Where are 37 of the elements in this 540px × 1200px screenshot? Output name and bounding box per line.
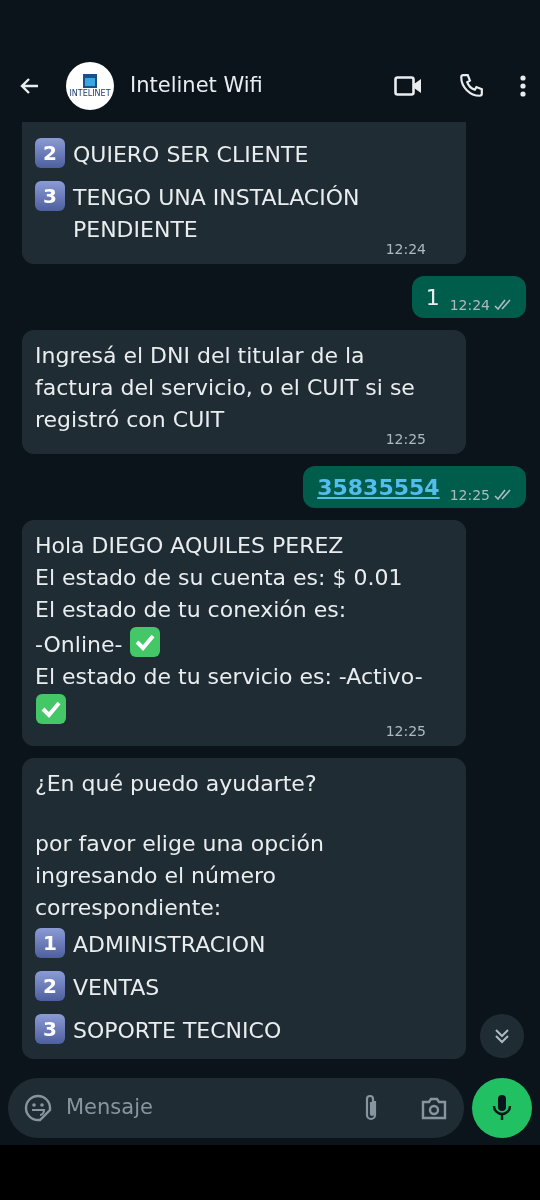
message-text: -Online-	[35, 632, 123, 657]
option-text: TENGO UNA INSTALACIÓN PENDIENTE	[73, 184, 361, 244]
number-keycap: 3	[35, 181, 65, 211]
contact-avatar[interactable]: INTELINET	[66, 62, 114, 110]
number-keycap: 2	[35, 138, 65, 168]
scroll-down-button[interactable]	[480, 1014, 524, 1058]
check-mark-icon	[35, 693, 67, 725]
phone-icon[interactable]	[458, 73, 484, 99]
number-keycap: 2	[35, 971, 65, 1001]
message-field[interactable]: Mensaje	[8, 1077, 464, 1138]
option-text: ADMINISTRACION	[73, 931, 266, 959]
chevron-down-icon	[493, 1027, 511, 1045]
message-text: por favor elige una opción ingresando el número correspondiente:	[35, 830, 325, 922]
logo-text: INTELINET	[69, 89, 111, 99]
sticker-icon[interactable]	[24, 1093, 52, 1122]
message-text: El estado de tu conexión es:	[35, 596, 348, 624]
number-keycap: 3	[35, 1014, 65, 1044]
logo-icon	[83, 73, 97, 88]
message-text: El estado de su cuenta es: $ 0.01	[35, 564, 404, 592]
option-text: QUIERO SER CLIENTE	[73, 141, 309, 169]
message-time: 12:24	[385, 240, 426, 258]
option-text: VENTAS	[73, 974, 160, 1002]
message-time: 12:25	[449, 486, 490, 504]
option-text: SOPORTE TECNICO	[73, 1017, 282, 1045]
message-text: 1	[425, 284, 440, 312]
message-time: 12:24	[449, 296, 490, 314]
message-text: ¿En qué puedo ayudarte?	[35, 770, 318, 798]
check-mark-icon	[129, 626, 162, 658]
message-text: El estado de tu servicio es: -Activo-	[35, 663, 424, 691]
message-time: 12:25	[385, 722, 426, 740]
message-text: Hola DIEGO AQUILES PEREZ	[35, 532, 345, 560]
video-call-icon[interactable]	[394, 75, 422, 97]
microphone-icon	[492, 1093, 512, 1122]
contact-name[interactable]: Intelinet Wifi	[130, 70, 384, 102]
message-link[interactable]: 35835554	[317, 475, 440, 500]
more-options-icon[interactable]	[520, 75, 526, 97]
number-keycap: 1	[35, 928, 65, 958]
